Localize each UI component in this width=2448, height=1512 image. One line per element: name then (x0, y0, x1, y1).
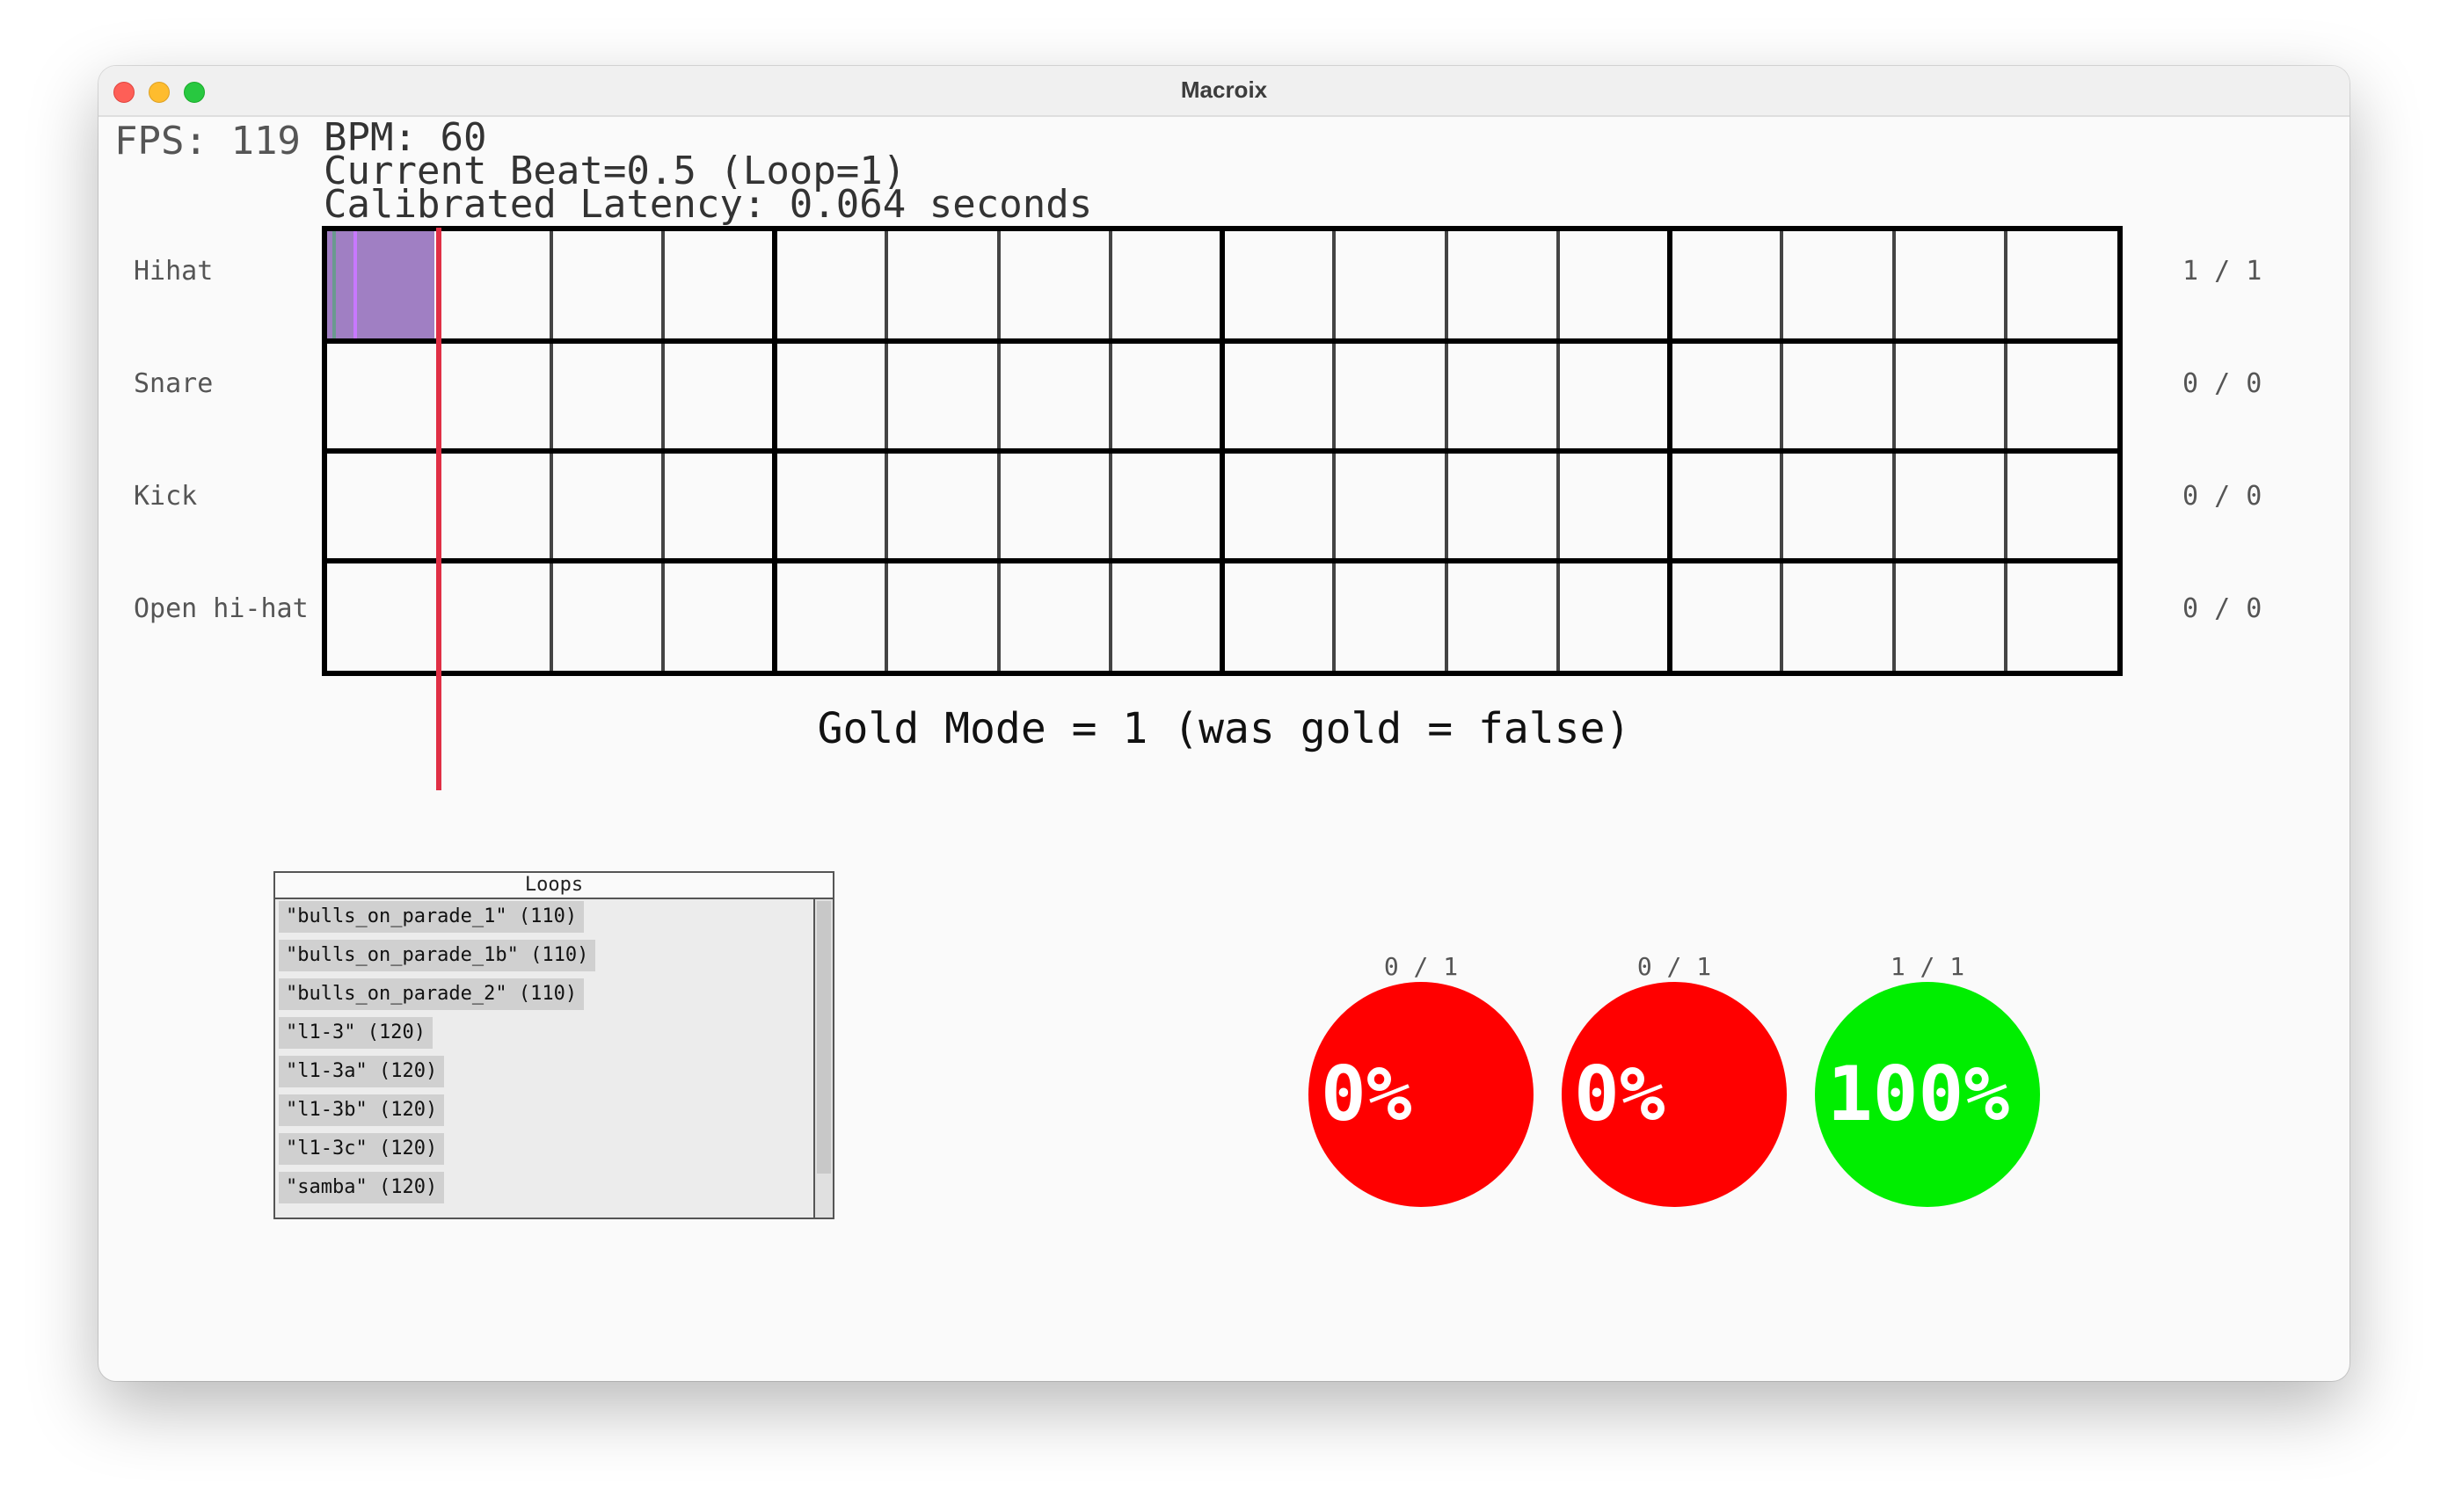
loops-list[interactable]: "bulls_on_parade_1" (110) "bulls_on_para… (275, 899, 813, 1218)
accuracy-meter: 0 / 1 0% (1308, 952, 1534, 1207)
timing-marker-expected (332, 231, 336, 338)
meter-percent: 0% (1321, 1050, 1412, 1138)
step-sequencer-grid[interactable] (322, 226, 2123, 676)
window-title: Macroix (1180, 76, 1268, 103)
accuracy-meter: 1 / 1 100% (1815, 952, 2040, 1207)
grid-row-divider (327, 448, 2117, 454)
hit-cell-hihat-step-1[interactable] (327, 231, 434, 338)
meter-percent: 0% (1574, 1050, 1665, 1138)
loop-item[interactable]: "bulls_on_parade_1" (110) (279, 901, 585, 933)
meter-count: 0 / 1 (1383, 952, 1459, 981)
meter-percent: 100% (1827, 1050, 2010, 1138)
title-bar: Macroix (98, 66, 2350, 117)
grid-row-divider (327, 338, 2117, 344)
drum-trainer-canvas: FPS: 119 BPM: 60 Current Beat=0.5 (Loop=… (98, 117, 2350, 1381)
loop-item[interactable]: "l1-3b" (120) (279, 1094, 445, 1126)
accuracy-meter: 0 / 1 0% (1562, 952, 1787, 1207)
loops-panel-title: Loops (275, 873, 833, 899)
loop-item[interactable]: "l1-3c" (120) (279, 1133, 445, 1165)
loop-item[interactable]: "l1-3" (120) (279, 1017, 433, 1049)
gold-mode-status: Gold Mode = 1 (was gold = false) (817, 704, 1631, 753)
loop-item[interactable]: "bulls_on_parade_2" (110) (279, 978, 585, 1010)
latency-readout: Calibrated Latency: 0.064 seconds (324, 182, 1093, 227)
meter-count: 1 / 1 (1890, 952, 1965, 981)
track-label-hihat: Hihat (134, 256, 214, 287)
track-count-open-hihat: 0 / 0 (2182, 593, 2262, 624)
track-label-kick: Kick (134, 481, 198, 512)
meter-circle: 0% (1308, 982, 1534, 1207)
track-label-open-hihat: Open hi-hat (134, 593, 309, 624)
meter-circle: 100% (1815, 982, 2040, 1207)
meter-count: 0 / 1 (1636, 952, 1712, 981)
loops-panel: Loops "bulls_on_parade_1" (110) "bulls_o… (273, 871, 834, 1219)
track-count-snare: 0 / 0 (2182, 368, 2262, 399)
fps-readout: FPS: 119 (114, 119, 301, 164)
loop-item[interactable]: "bulls_on_parade_1b" (110) (279, 940, 596, 971)
loop-item[interactable]: "l1-3a" (120) (279, 1056, 445, 1087)
track-label-snare: Snare (134, 368, 214, 399)
track-count-kick: 0 / 0 (2182, 481, 2262, 512)
loops-scrollbar-thumb[interactable] (817, 901, 831, 1174)
track-count-hihat: 1 / 1 (2182, 256, 2262, 287)
loop-item[interactable]: "samba" (120) (279, 1172, 445, 1203)
app-window: Macroix FPS: 119 BPM: 60 Current Beat=0.… (98, 66, 2350, 1381)
timing-marker-actual (353, 231, 357, 338)
loops-scrollbar[interactable] (813, 899, 833, 1218)
grid-row-divider (327, 558, 2117, 563)
meter-circle: 0% (1562, 982, 1787, 1207)
